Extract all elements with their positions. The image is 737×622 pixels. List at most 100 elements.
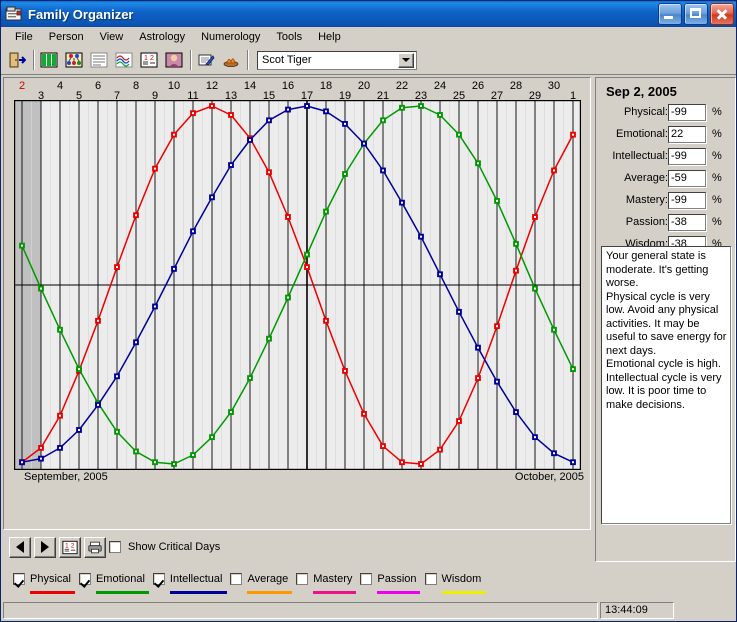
svg-text:1: 1 (144, 55, 148, 62)
value-field[interactable]: 22 (668, 126, 706, 143)
legend-item[interactable]: Emotional (78, 573, 150, 594)
edit-icon[interactable] (194, 48, 218, 72)
printer-icon (88, 541, 102, 553)
legend-label: Mastery (313, 573, 353, 585)
legend-item[interactable]: Mastery (296, 573, 357, 594)
svg-text:2: 2 (150, 55, 154, 62)
chart-svg (13, 99, 582, 471)
x-axis-tick: 28 (509, 80, 523, 92)
selected-date: Sep 2, 2005 (606, 84, 677, 99)
legend-checkbox[interactable] (360, 573, 373, 585)
window-controls (658, 3, 734, 25)
menu-astrology[interactable]: Astrology (131, 29, 193, 45)
chart-icon[interactable] (219, 48, 243, 72)
menu-file[interactable]: File (7, 29, 41, 45)
family-tree-icon[interactable] (62, 48, 86, 72)
main-content: 2 3 4 5 6 7 8 9 10 11 12 13 14 15 16 17 18 19 20 21 22 23 24 25… (1, 75, 736, 599)
chart-month-right: October, 2005 (514, 471, 584, 483)
legend-checkbox[interactable] (424, 573, 437, 585)
calendar-icon[interactable] (37, 48, 61, 72)
menu-tools[interactable]: Tools (268, 29, 310, 45)
chart-month-left: September, 2005 (24, 471, 108, 483)
exit-icon[interactable] (5, 48, 29, 72)
legend-label: Passion (377, 573, 417, 585)
value-label: Average: (624, 172, 668, 184)
legend-label: Emotional (95, 573, 145, 585)
legend-item[interactable]: Physical (13, 573, 76, 594)
x-axis-tick: 2 (18, 80, 26, 92)
window-title: Family Organizer (28, 6, 134, 22)
value-row: Physical: -99% (596, 103, 735, 123)
person-select[interactable]: Scot Tiger (257, 50, 417, 70)
person-select-value: Scot Tiger (262, 54, 312, 66)
toolbar-separator-3 (244, 49, 251, 71)
value-field[interactable]: -99 (668, 192, 706, 209)
chart-x-axis-labels: 2 3 4 5 6 7 8 9 10 11 12 13 14 15 16 17 18 19 20 21 22 23 24 25… (4, 78, 590, 102)
next-button[interactable] (34, 536, 56, 558)
menu-help[interactable]: Help (310, 29, 349, 45)
x-axis-tick: 10 (167, 80, 181, 92)
legend-color-bar (30, 591, 75, 594)
value-field[interactable]: -38 (668, 214, 706, 231)
legend-checkbox[interactable] (13, 573, 25, 585)
value-field[interactable]: -59 (668, 170, 706, 187)
percent-symbol: % (712, 216, 722, 228)
value-field[interactable]: -99 (668, 148, 706, 165)
value-label: Mastery: (625, 194, 668, 206)
percent-symbol: % (712, 194, 722, 206)
numerology-icon[interactable]: 1 2 (137, 48, 161, 72)
x-axis-tick: 20 (357, 80, 371, 92)
legend-color-bar (169, 591, 227, 594)
percent-symbol: % (712, 106, 722, 118)
biorhythm-icon[interactable] (112, 48, 136, 72)
status-message (3, 601, 598, 619)
x-axis-tick: 30 (547, 80, 561, 92)
chart-plot-area[interactable] (13, 99, 582, 471)
legend-item[interactable]: Wisdom (424, 573, 487, 594)
legend-item[interactable]: Average (230, 573, 293, 594)
biorhythm-chart-panel[interactable]: 2 3 4 5 6 7 8 9 10 11 12 13 14 15 16 17 18 19 20 21 22 23 24 25… (3, 77, 591, 530)
legend-checkbox[interactable] (230, 573, 243, 585)
numerology-button[interactable]: 1 2 (59, 536, 81, 558)
legend-checkbox[interactable] (296, 573, 309, 585)
list-icon[interactable] (87, 48, 111, 72)
percent-symbol: % (712, 128, 722, 140)
x-axis-tick: 16 (281, 80, 295, 92)
legend-checkbox[interactable] (78, 573, 91, 585)
chevron-down-icon[interactable] (398, 52, 414, 68)
legend-item[interactable]: Passion (360, 573, 421, 594)
value-field[interactable]: -99 (668, 104, 706, 121)
minimize-button[interactable] (658, 3, 682, 25)
legend-checkbox[interactable] (152, 573, 165, 585)
print-button[interactable] (84, 536, 106, 558)
legend-label: Intellectual (169, 573, 223, 585)
maximize-button[interactable] (684, 3, 708, 25)
resize-grip[interactable] (674, 602, 732, 619)
legend-label: Physical (30, 573, 71, 585)
show-critical-days-checkbox[interactable] (109, 541, 121, 553)
chart-navigation-bar: 1 2 Show Critical Days (3, 532, 591, 562)
portrait-icon[interactable] (162, 48, 186, 72)
menu-numerology[interactable]: Numerology (193, 29, 268, 45)
menu-person[interactable]: Person (41, 29, 92, 45)
value-label: Intellectual: (612, 150, 668, 162)
numerology-table-icon: 1 2 (62, 540, 78, 554)
menu-bar: File Person View Astrology Numerology To… (1, 27, 736, 46)
cycle-legend: Physical Emotional Intellectual Average Mast… (3, 565, 736, 594)
values-list: Physical: -99% Emotional: 22% Intellectual: -… (596, 103, 735, 255)
value-row: Average: -59% (596, 169, 735, 189)
menu-view[interactable]: View (92, 29, 132, 45)
status-clock: 13:44:09 (600, 601, 674, 619)
previous-button[interactable] (9, 536, 31, 558)
value-row: Intellectual: -99% (596, 147, 735, 167)
legend-item[interactable]: Intellectual (152, 573, 228, 594)
value-label: Emotional: (616, 128, 668, 140)
x-axis-tick: 24 (433, 80, 447, 92)
legend-label: Wisdom (441, 573, 482, 585)
toolbar-separator-1 (30, 49, 37, 71)
x-axis-tick: 8 (132, 80, 140, 92)
value-row: Emotional: 22% (596, 125, 735, 145)
close-button[interactable] (710, 3, 734, 25)
x-axis-tick: 22 (395, 80, 409, 92)
value-row: Passion: -38% (596, 213, 735, 233)
